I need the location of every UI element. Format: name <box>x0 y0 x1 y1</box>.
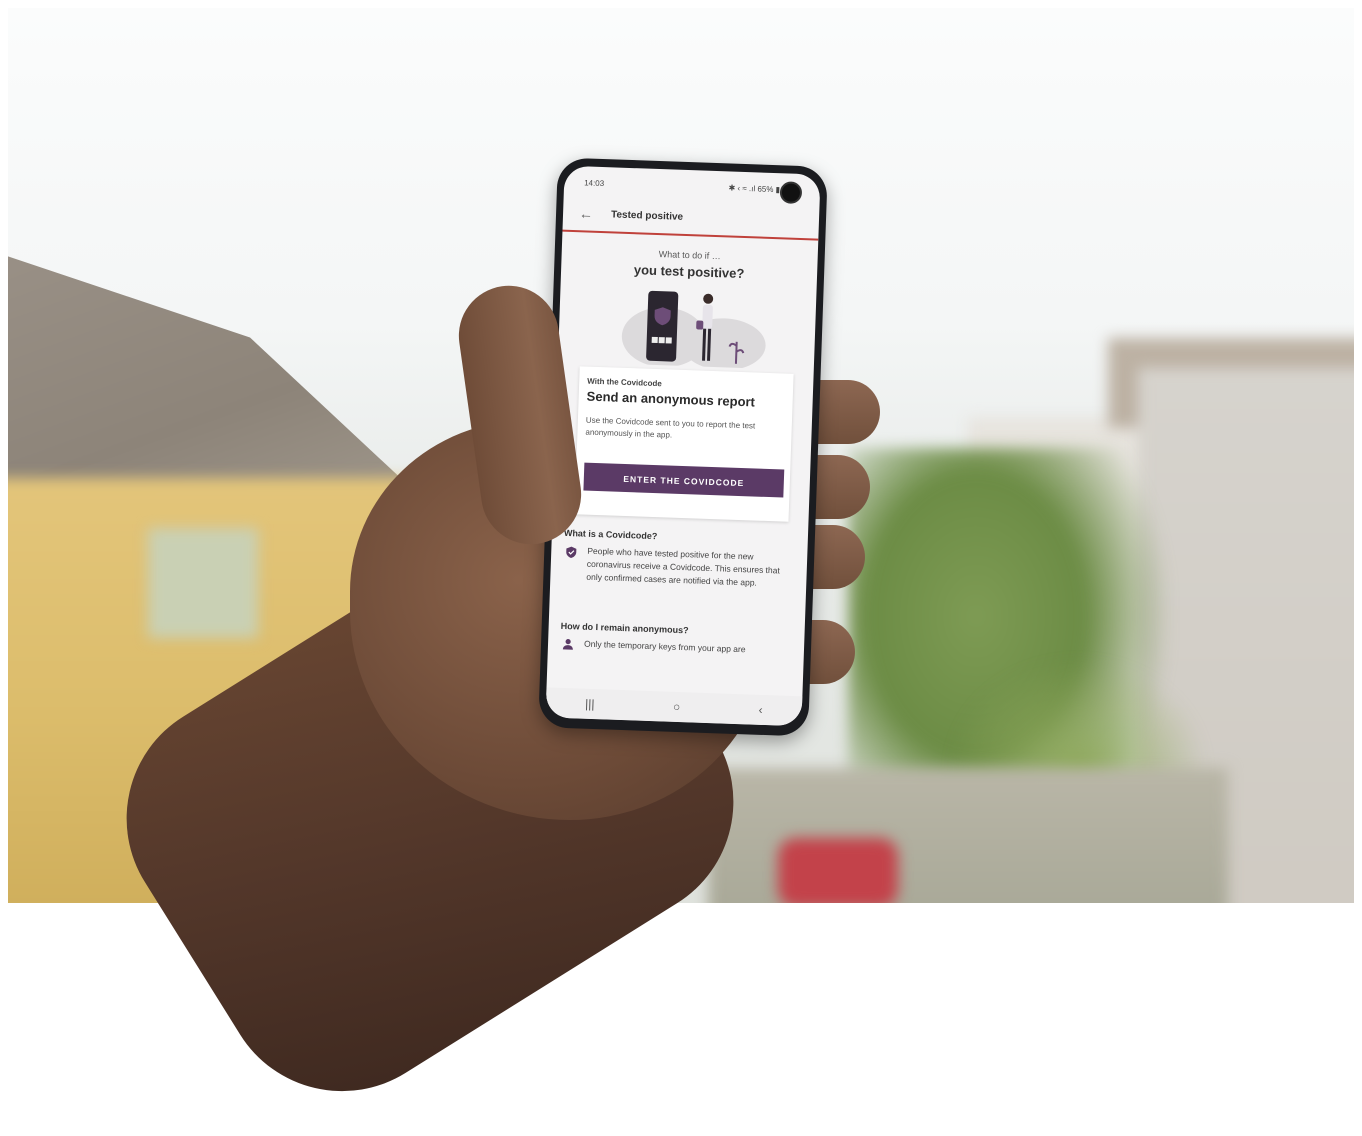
faq-question-anonymous: How do I remain anonymous? <box>560 620 689 636</box>
back-button[interactable]: ‹ <box>758 703 762 717</box>
status-time: 14:03 <box>584 178 605 189</box>
home-button[interactable]: ○ <box>673 700 681 714</box>
card-body: Use the Covidcode sent to you to report … <box>585 415 756 440</box>
blurred-red-car <box>778 838 898 903</box>
smartphone: 14:03 ✱ ‹ ≈ .ıl 65% ▮ ← Tested positive … <box>538 157 828 737</box>
status-indicators: ✱ ‹ ≈ .ıl 65% ▮ <box>728 183 781 195</box>
card-heading: Send an anonymous report <box>586 388 756 410</box>
covidcode-card: With the Covidcode Send an anonymous rep… <box>574 366 794 522</box>
app-bar: ← Tested positive <box>562 197 820 241</box>
blurred-roof-left <box>8 243 438 513</box>
enter-covidcode-button[interactable]: ENTER THE COVIDCODE <box>583 462 785 498</box>
recents-button[interactable]: ||| <box>585 697 595 711</box>
card-overline: With the Covidcode <box>587 376 662 389</box>
phone-screen: 14:03 ✱ ‹ ≈ .ıl 65% ▮ ← Tested positive … <box>545 165 821 727</box>
page-title: Tested positive <box>610 209 684 223</box>
phone-person-illustration-icon <box>621 290 766 369</box>
blurred-window <box>148 528 258 638</box>
faq-question-covidcode: What is a Covidcode? <box>563 527 658 542</box>
shield-check-icon <box>566 546 577 558</box>
arrow-left-icon[interactable]: ← <box>579 205 594 221</box>
person-icon <box>562 639 573 650</box>
faq-answer-anonymous: Only the temporary keys from your app ar… <box>583 638 746 655</box>
faq-answer-covidcode: People who have tested positive for the … <box>586 545 781 588</box>
android-nav-bar: ||| ○ ‹ <box>545 687 803 727</box>
